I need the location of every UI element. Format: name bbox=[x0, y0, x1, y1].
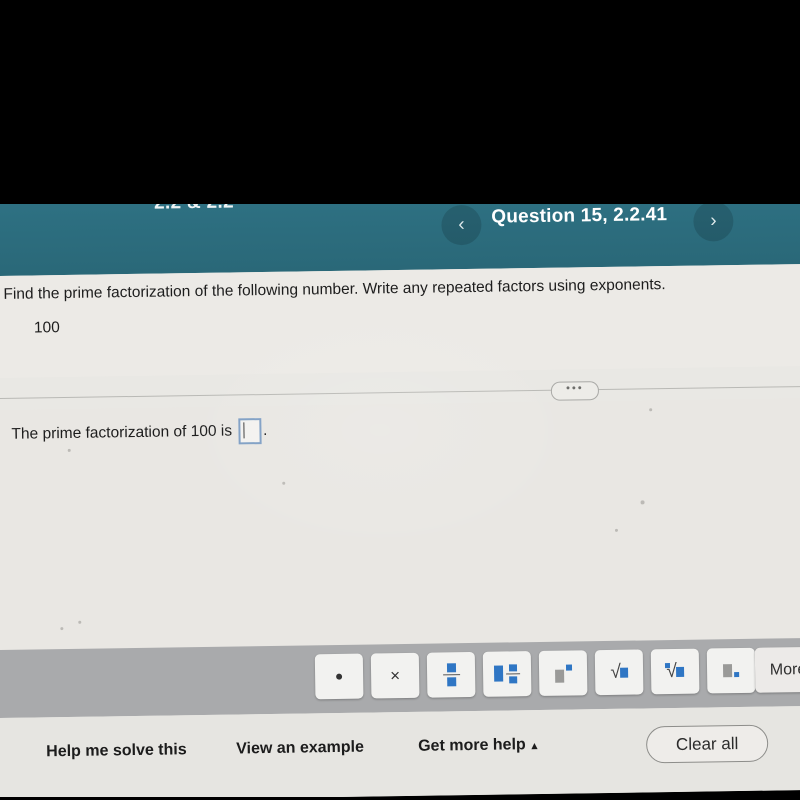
action-bar: Help me solve this View an example Get m… bbox=[0, 705, 800, 800]
caret-up-icon: ▴ bbox=[531, 739, 538, 752]
screen-speck bbox=[78, 620, 82, 624]
square-root-icon: √ bbox=[610, 661, 628, 683]
nth-root-icon: √ bbox=[665, 660, 684, 682]
fraction-button[interactable] bbox=[426, 651, 476, 698]
photographed-screen: 2.2 & 2.2 ‹ Question 15, 2.2.41 › Find t… bbox=[0, 189, 800, 800]
screen-speck bbox=[67, 448, 71, 452]
get-more-help-button[interactable]: Get more help ▴ bbox=[418, 736, 537, 756]
clear-all-button[interactable]: Clear all bbox=[645, 724, 769, 764]
question-prompt-area: Find the prime factorization of the foll… bbox=[0, 263, 800, 379]
more-tools-button[interactable]: More bbox=[754, 646, 800, 693]
square-root-button[interactable]: √ bbox=[594, 649, 644, 696]
nth-root-button[interactable]: √ bbox=[650, 648, 700, 695]
subscript-button[interactable] bbox=[706, 647, 756, 694]
dot-icon: • bbox=[335, 663, 344, 689]
more-tools-label: More bbox=[769, 660, 800, 679]
fraction-icon bbox=[442, 662, 460, 687]
letterbox-top bbox=[0, 0, 800, 204]
divider-dots-handle[interactable]: ••• bbox=[550, 381, 600, 401]
mixed-number-icon bbox=[493, 664, 521, 684]
answer-input[interactable] bbox=[237, 418, 262, 445]
question-number-value: 100 bbox=[33, 319, 60, 337]
text-caret bbox=[242, 422, 245, 439]
get-more-help-label: Get more help bbox=[418, 736, 526, 755]
mixed-number-button[interactable] bbox=[482, 651, 532, 697]
divider-line bbox=[0, 385, 800, 400]
answer-area: The prime factorization of 100 is . bbox=[0, 397, 800, 735]
chevron-left-icon: ‹ bbox=[458, 214, 465, 236]
exponent-button[interactable] bbox=[538, 650, 588, 696]
dot-multiply-button[interactable]: • bbox=[314, 653, 364, 700]
next-question-button[interactable]: › bbox=[693, 201, 734, 242]
subscript-icon bbox=[722, 664, 740, 678]
answer-prefix-label: The prime factorization of 100 is bbox=[11, 422, 233, 443]
page-title: Question 15, 2.2.41 bbox=[491, 204, 668, 228]
times-icon: × bbox=[389, 665, 401, 685]
screenshot-root: 2.2 & 2.2 ‹ Question 15, 2.2.41 › Find t… bbox=[0, 0, 800, 800]
chevron-right-icon: › bbox=[710, 210, 717, 232]
clear-all-label: Clear all bbox=[675, 733, 739, 754]
answer-statement: The prime factorization of 100 is . bbox=[11, 418, 267, 448]
exponent-icon bbox=[554, 664, 572, 683]
previous-question-button[interactable]: ‹ bbox=[441, 204, 482, 246]
help-me-solve-this-link[interactable]: Help me solve this bbox=[46, 741, 187, 761]
answer-suffix-label: . bbox=[262, 421, 268, 440]
screen-speck bbox=[60, 627, 64, 631]
screen-speck bbox=[614, 528, 619, 532]
math-toolbar: • × √ √ More bbox=[0, 637, 800, 719]
screen-speck bbox=[640, 500, 645, 505]
question-text: Find the prime factorization of the foll… bbox=[3, 276, 666, 303]
screen-speck bbox=[282, 481, 286, 485]
screen-speck bbox=[649, 408, 653, 412]
view-an-example-link[interactable]: View an example bbox=[236, 739, 364, 759]
times-button[interactable]: × bbox=[370, 652, 420, 699]
